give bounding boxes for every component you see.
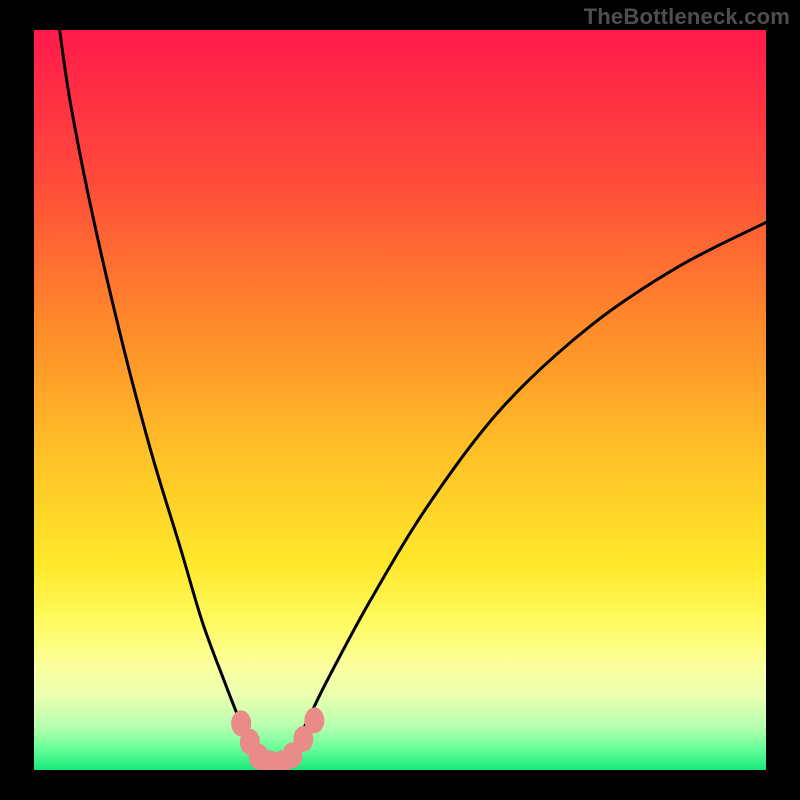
watermark-text: TheBottleneck.com — [584, 4, 790, 30]
plot-background — [34, 30, 766, 770]
chart-frame: TheBottleneck.com — [0, 0, 800, 800]
data-marker — [304, 707, 324, 733]
bottleneck-chart — [0, 0, 800, 800]
